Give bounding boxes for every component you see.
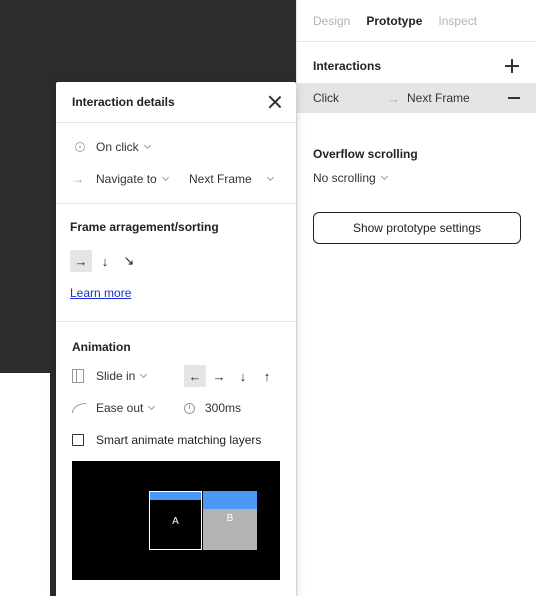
overflow-select[interactable]: No scrolling: [297, 166, 536, 190]
trigger-select[interactable]: On click: [96, 140, 151, 154]
preview-frame-a: A: [149, 491, 202, 550]
overflow-value: No scrolling: [313, 171, 376, 185]
overflow-title: Overflow scrolling: [313, 147, 418, 161]
anim-down-button[interactable]: ↓: [232, 365, 254, 387]
remove-interaction-icon[interactable]: [508, 97, 520, 99]
sort-down-button[interactable]: ↓: [94, 250, 116, 272]
chevron-down-icon: [143, 141, 151, 150]
animation-type-row: Slide in ← → ↓ ↑: [56, 360, 296, 392]
anim-up-button[interactable]: ↑: [256, 365, 278, 387]
chevron-down-icon: [148, 402, 156, 411]
action-value: Navigate to: [96, 172, 157, 186]
add-interaction-icon[interactable]: [504, 58, 520, 74]
action-row: → Navigate to Next Frame: [56, 163, 296, 195]
animation-preview: A B: [72, 461, 280, 580]
easing-value: Ease out: [96, 401, 144, 415]
chevron-down-icon: [380, 172, 388, 181]
animation-direction-group: ← → ↓ ↑: [184, 365, 278, 387]
chevron-down-icon: [140, 370, 148, 379]
close-icon[interactable]: [268, 95, 282, 109]
tab-design[interactable]: Design: [313, 14, 350, 28]
properties-panel: Design Prototype Inspect Interactions Cl…: [296, 0, 536, 596]
animation-type-select[interactable]: Slide in: [96, 369, 148, 383]
trigger-value: On click: [96, 140, 139, 154]
tab-prototype[interactable]: Prototype: [366, 14, 422, 28]
interaction-destination: Next Frame: [407, 91, 470, 105]
target-icon: [72, 142, 96, 152]
modal-header: Interaction details: [56, 82, 296, 123]
timer-icon: [184, 402, 195, 414]
preview-frame-b: B: [203, 491, 257, 550]
chevron-down-icon: [266, 173, 274, 182]
interaction-details-modal: Interaction details On click → Navigate …: [56, 82, 296, 596]
interactions-title: Interactions: [313, 59, 382, 73]
duration-field[interactable]: 300ms: [184, 401, 241, 415]
panel-tabs: Design Prototype Inspect: [297, 0, 536, 42]
animation-type-value: Slide in: [96, 369, 136, 383]
frame-sorting-section: Frame arragement/sorting → ↓ ↘ Learn mor…: [56, 204, 296, 322]
frame-sorting-title: Frame arragement/sorting: [70, 220, 219, 234]
anim-right-button[interactable]: →: [208, 365, 230, 387]
sort-right-button[interactable]: →: [70, 250, 92, 272]
interaction-trigger: Click: [313, 91, 339, 105]
frame-a-label: A: [172, 516, 179, 527]
learn-more-link[interactable]: Learn more: [70, 286, 131, 300]
arrow-right-icon: →: [72, 172, 84, 186]
easing-curve-icon: [72, 403, 86, 413]
destination-select[interactable]: Next Frame: [189, 172, 274, 186]
sort-direction-group: → ↓ ↘: [56, 250, 296, 272]
interaction-item[interactable]: Click → Next Frame: [297, 83, 536, 113]
smart-animate-row: Smart animate matching layers: [56, 424, 296, 456]
canvas-strip: [0, 373, 50, 596]
destination-value: Next Frame: [189, 172, 252, 186]
show-prototype-settings-button[interactable]: Show prototype settings: [313, 212, 521, 244]
easing-select[interactable]: Ease out: [96, 401, 156, 415]
modal-title: Interaction details: [72, 95, 175, 109]
duration-value: 300ms: [205, 401, 242, 415]
action-select[interactable]: Navigate to: [96, 172, 169, 186]
chevron-down-icon: [161, 173, 169, 182]
trigger-row: On click: [56, 131, 296, 163]
frame-b-label: B: [226, 513, 234, 524]
smart-animate-checkbox[interactable]: [72, 434, 84, 446]
smart-animate-label: Smart animate matching layers: [96, 433, 262, 447]
animation-section: Animation Slide in ← → ↓ ↑ Ease out 300m…: [56, 322, 296, 456]
sort-diagonal-button[interactable]: ↘: [118, 250, 140, 272]
slide-in-icon: [72, 369, 84, 383]
tab-inspect[interactable]: Inspect: [438, 14, 477, 28]
arrow-right-icon: →: [387, 90, 400, 106]
trigger-action-section: On click → Navigate to Next Frame: [56, 123, 296, 204]
easing-row: Ease out 300ms: [56, 392, 296, 424]
anim-left-button[interactable]: ←: [184, 365, 206, 387]
animation-title: Animation: [72, 340, 131, 354]
